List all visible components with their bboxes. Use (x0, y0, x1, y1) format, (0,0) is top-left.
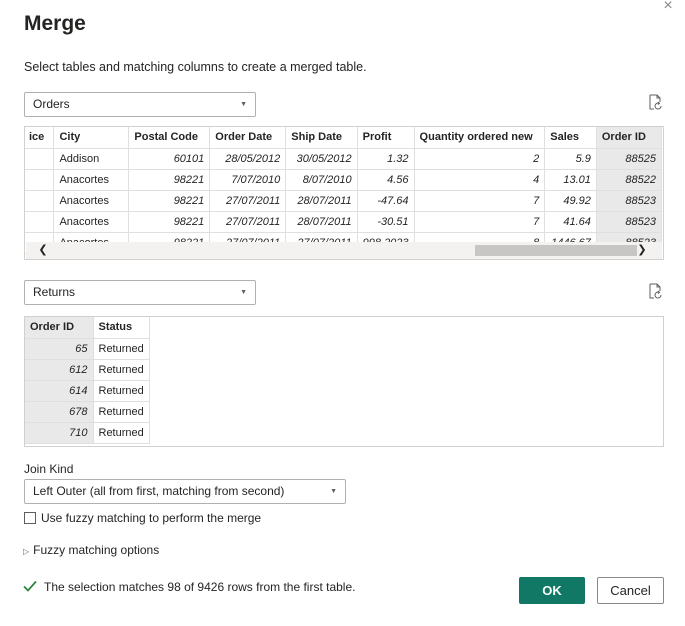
table-row: 614 Returned (25, 380, 150, 402)
first-table-grid[interactable]: ice City Postal Code Order Date Ship Dat… (24, 126, 664, 260)
table-cell: Anacortes (53, 190, 130, 212)
column-header[interactable]: Quantity ordered new (414, 127, 546, 149)
refresh-preview-icon[interactable] (647, 283, 663, 300)
second-table-dropdown-value: Returns (33, 285, 76, 299)
join-kind-dropdown[interactable]: Left Outer (all from first, matching fro… (24, 479, 346, 504)
horizontal-scrollbar[interactable]: ❮ ❯ (26, 242, 662, 259)
table-cell: 98221 (128, 211, 211, 233)
column-header[interactable]: ice (25, 127, 55, 149)
second-table-grid[interactable]: Order ID Status 65 Returned 612 Returned 614… (24, 316, 664, 447)
scroll-left-icon[interactable]: ❮ (36, 242, 50, 259)
chevron-down-icon: ▼ (240, 101, 247, 108)
first-table-dropdown[interactable]: Orders ▼ (24, 92, 256, 117)
table-cell: Addison (53, 148, 130, 170)
chevron-down-icon: ▼ (240, 289, 247, 296)
table-cell: 88523 (596, 211, 663, 233)
first-table: ice City Postal Code Order Date Ship Dat… (25, 127, 663, 254)
table-cell: Returned (93, 380, 150, 402)
column-header[interactable]: Status (93, 317, 150, 339)
table-cell: 7/07/2010 (209, 169, 287, 191)
table-cell: 4 (414, 169, 546, 191)
table-cell: 28/07/2011 (285, 190, 358, 212)
table-cell (25, 190, 55, 212)
fuzzy-options-label: Fuzzy matching options (33, 543, 160, 557)
table-cell: 41.64 (544, 211, 597, 233)
table-cell: Anacortes (53, 169, 130, 191)
table-cell: 98221 (128, 190, 211, 212)
second-table-dropdown[interactable]: Returns ▼ (24, 280, 256, 305)
fuzzy-options-expander[interactable]: ▷ Fuzzy matching options (23, 543, 159, 557)
table-cell: 65 (25, 338, 94, 360)
table-cell: 1.32 (357, 148, 415, 170)
table-cell: 7 (414, 211, 546, 233)
table-cell: Anacortes (53, 211, 130, 233)
table-cell: -47.64 (357, 190, 415, 212)
table-cell (25, 211, 55, 233)
table-row: 710 Returned (25, 422, 150, 444)
column-header[interactable]: Postal Code (128, 127, 211, 149)
table-cell: 2 (414, 148, 546, 170)
table-row: Anacortes 98221 27/07/2011 28/07/2011 -30.51… (25, 211, 663, 233)
table-row: Addison 60101 28/05/2012 30/05/2012 1.32 2 5.9… (25, 148, 663, 170)
table-cell: 49.92 (544, 190, 597, 212)
column-header[interactable]: Profit (357, 127, 415, 149)
table-cell: Returned (93, 422, 150, 444)
table-cell: 27/07/2011 (209, 211, 287, 233)
table-cell: 13.01 (544, 169, 597, 191)
table-cell: 4.56 (357, 169, 415, 191)
table-cell: 614 (25, 380, 94, 402)
table-cell: Returned (93, 338, 150, 360)
table-cell: 28/07/2011 (285, 211, 358, 233)
fuzzy-matching-label[interactable]: Use fuzzy matching to perform the merge (41, 511, 261, 525)
table-cell: 678 (25, 401, 94, 423)
table-cell: 612 (25, 359, 94, 381)
checkmark-icon (23, 580, 37, 592)
fuzzy-matching-checkbox[interactable] (24, 512, 36, 524)
table-row: Anacortes 98221 27/07/2011 28/07/2011 -47.64… (25, 190, 663, 212)
join-kind-label: Join Kind (24, 462, 74, 476)
column-header[interactable]: Sales (544, 127, 597, 149)
table-row: 612 Returned (25, 359, 150, 381)
table-cell: 60101 (128, 148, 211, 170)
table-row: Anacortes 98221 7/07/2010 8/07/2010 4.56 4 13.… (25, 169, 663, 191)
dialog-subtitle: Select tables and matching columns to cr… (24, 60, 367, 74)
table-cell: 98221 (128, 169, 211, 191)
column-header[interactable]: Ship Date (285, 127, 358, 149)
table-cell: Returned (93, 401, 150, 423)
column-header[interactable]: City (53, 127, 130, 149)
chevron-down-icon: ▼ (330, 488, 337, 495)
table-cell (25, 148, 55, 170)
table-cell: 7 (414, 190, 546, 212)
table-cell: -30.51 (357, 211, 415, 233)
refresh-preview-icon[interactable] (647, 94, 663, 111)
table-cell: 88525 (596, 148, 663, 170)
column-header-selected[interactable]: Order ID (596, 127, 663, 149)
join-kind-value: Left Outer (all from first, matching fro… (33, 484, 285, 498)
table-cell: 28/05/2012 (209, 148, 287, 170)
close-icon[interactable]: × (657, 0, 679, 16)
scroll-right-icon[interactable]: ❯ (635, 242, 649, 259)
table-row: 65 Returned (25, 338, 150, 360)
table-cell: 88523 (596, 190, 663, 212)
second-table: Order ID Status 65 Returned 612 Returned 614… (25, 317, 150, 444)
table-cell: 88522 (596, 169, 663, 191)
first-table-dropdown-value: Orders (33, 97, 70, 111)
ok-button[interactable]: OK (519, 577, 585, 604)
table-row: 678 Returned (25, 401, 150, 423)
table-cell: 30/05/2012 (285, 148, 358, 170)
table-cell: 8/07/2010 (285, 169, 358, 191)
table-cell: 27/07/2011 (209, 190, 287, 212)
scrollbar-thumb[interactable] (475, 245, 637, 256)
chevron-right-icon: ▷ (23, 547, 30, 556)
status-message: The selection matches 98 of 9426 rows fr… (44, 580, 356, 594)
table-cell: 710 (25, 422, 94, 444)
column-header-selected[interactable]: Order ID (25, 317, 94, 339)
table-cell: 5.9 (544, 148, 597, 170)
dialog-title: Merge (24, 12, 86, 35)
cancel-button[interactable]: Cancel (597, 577, 664, 604)
column-header[interactable]: Order Date (209, 127, 287, 149)
table-cell: Returned (93, 359, 150, 381)
table-cell (25, 169, 55, 191)
